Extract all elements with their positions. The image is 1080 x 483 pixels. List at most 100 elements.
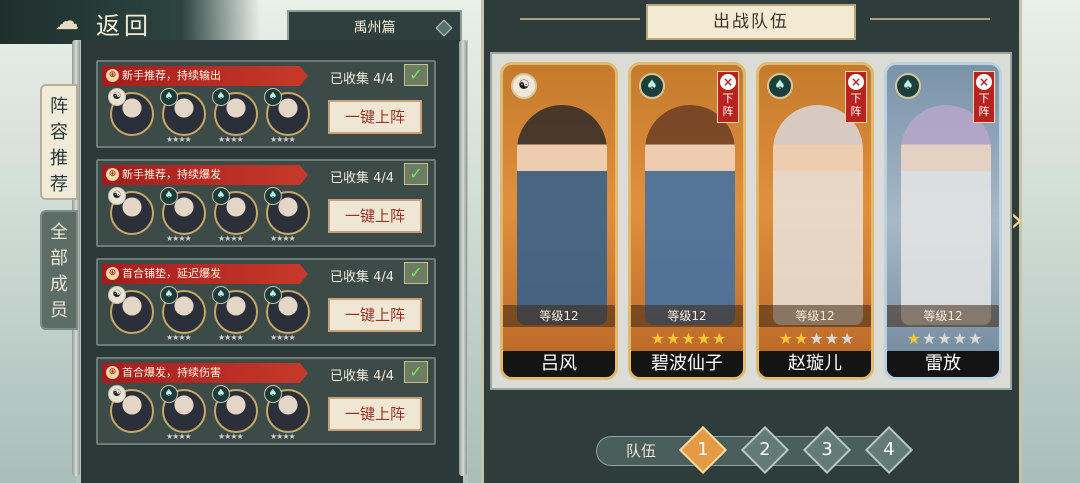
check-icon: ✓ [404,64,428,86]
hero-level: 等级12 [887,305,999,327]
hero-avatar[interactable]: ♠ ★★★★ [264,187,310,243]
hero-avatar[interactable]: ♠ ★★★★ [212,187,258,243]
star-icon: ★ [840,329,856,348]
chevron-right-icon[interactable]: › [1010,200,1024,240]
team-ribbon: ⊕ 新手推荐，持续输出 [102,66,308,86]
star-icon: ★ [681,329,697,348]
water-drop-icon: ♠ [212,187,230,205]
team-card: ⊕ 首合铺垫，延迟爆发 已收集 4/4 ✓ ☯ ♠ ★★★★ ♠ ★★★★ ♠ ★★★★… [96,258,436,346]
cloud-swirl-icon: ☁ [55,7,79,35]
hero-card[interactable]: ♠ × 下阵 等级12 ★★★★★ 赵璇儿 [756,62,874,380]
hero-avatar[interactable]: ♠ ★★★★ [264,88,310,144]
hero-avatar[interactable]: ☯ [108,286,154,334]
yin-yang-icon: ☯ [511,73,537,99]
magnifier-icon: ⊕ [106,168,119,181]
hero-avatar[interactable]: ♠ ★★★★ [212,286,258,342]
remove-label: 下阵 [722,92,734,118]
avatar-stars: ★★★★ [270,432,296,441]
water-drop-icon: ♠ [264,187,282,205]
hero-card[interactable]: ♠ × 下阵 等级12 ★★★★★ 雷放 [884,62,1002,380]
star-icon: ★ [809,329,825,348]
panel-title: 出战队伍 [646,4,856,40]
hero-avatar[interactable]: ☯ [108,187,154,235]
check-icon: ✓ [404,262,428,284]
water-drop-icon: ♠ [212,88,230,106]
magnifier-icon: ⊕ [106,366,119,379]
star-icon: ★ [921,329,938,348]
hero-avatar[interactable]: ♠ ★★★★ [160,187,206,243]
hero-level: 等级12 [759,305,871,327]
avatar-stars: ★★★★ [218,234,244,243]
team-ribbon: ⊕ 首合铺垫，延迟爆发 [102,264,308,284]
hero-name: 雷放 [887,351,999,377]
team-number: 2 [759,439,771,460]
remove-hero-button[interactable]: × 下阵 [845,71,867,123]
remove-hero-button[interactable]: × 下阵 [717,71,739,123]
water-drop-icon: ♠ [767,73,793,99]
one-click-deploy-button[interactable]: 一键上阵 [328,199,422,233]
team-number: 4 [883,439,895,460]
hero-avatar[interactable]: ♠ ★★★★ [212,385,258,441]
hero-avatar[interactable]: ☯ [108,385,154,433]
collected-count: 已收集 4/4 [330,72,395,87]
hero-portrait [901,105,991,325]
avatar-stars: ★★★★ [270,135,296,144]
yin-yang-icon: ☯ [108,286,126,304]
star-icon: ★ [778,329,794,348]
water-drop-icon: ♠ [895,73,921,99]
avatar-stars: ★★★★ [218,135,244,144]
hero-card[interactable]: ♠ × 下阵 等级12 ★★★★★ 碧波仙子 [628,62,746,380]
back-button[interactable]: ☁ 返回 [0,0,260,44]
team-ribbon: ⊕ 首合爆发，持续伤害 [102,363,308,383]
water-drop-icon: ♠ [264,88,282,106]
hero-avatar[interactable]: ☯ [108,88,154,136]
hero-stars: ★★★★★ [637,329,741,348]
collected-count: 已收集 4/4 [330,369,395,384]
star-icon: ★ [793,329,810,348]
water-drop-icon: ♠ [212,286,230,304]
hero-name: 赵璇儿 [759,351,871,377]
hero-avatar[interactable]: ♠ ★★★★ [264,286,310,342]
hero-name: 吕风 [503,351,615,377]
one-click-deploy-button[interactable]: 一键上阵 [328,298,422,332]
hero-level: 等级12 [503,305,615,327]
team-number: 3 [821,439,833,460]
check-icon: ✓ [404,163,428,185]
one-click-deploy-button[interactable]: 一键上阵 [328,100,422,134]
tab-recommended-formation[interactable]: 阵容推荐 [40,84,78,200]
hero-portrait [645,105,735,325]
tab-all-members[interactable]: 全部成员 [40,210,78,330]
hero-avatar[interactable]: ♠ ★★★★ [264,385,310,441]
hero-portrait [773,105,863,325]
hero-avatar[interactable]: ♠ ★★★★ [160,385,206,441]
hero-stars: ★★★★★ [893,329,997,348]
check-icon: ✓ [404,361,428,383]
title-ornament [870,18,990,20]
back-label: 返回 [96,12,152,40]
star-icon: ★ [665,329,682,348]
star-icon: ★ [906,329,922,348]
star-icon: ★ [650,329,666,348]
hero-avatar[interactable]: ♠ ★★★★ [160,286,206,342]
close-icon: × [976,74,992,90]
water-drop-icon: ♠ [160,385,178,403]
yin-yang-icon: ☯ [108,88,126,106]
avatar-stars: ★★★★ [166,333,192,342]
hero-card[interactable]: ☯ 等级12 吕风 [500,62,618,380]
tab-label: 全部成员 [50,222,68,321]
hero-avatar[interactable]: ♠ ★★★★ [212,88,258,144]
water-drop-icon: ♠ [264,385,282,403]
yin-yang-icon: ☯ [108,187,126,205]
hero-avatar[interactable]: ♠ ★★★★ [160,88,206,144]
team-ribbon: ⊕ 新手推荐，持续爆发 [102,165,308,185]
avatar-stars: ★★★★ [270,333,296,342]
water-drop-icon: ♠ [264,286,282,304]
ribbon-text: 新手推荐，持续爆发 [122,168,221,181]
one-click-deploy-button[interactable]: 一键上阵 [328,397,422,431]
avatar-stars: ★★★★ [270,234,296,243]
ribbon-text: 首合爆发，持续伤害 [122,366,221,379]
remove-hero-button[interactable]: × 下阵 [973,71,995,123]
avatar-stars: ★★★★ [218,333,244,342]
star-icon: ★ [824,329,841,348]
collected-count: 已收集 4/4 [330,270,395,285]
